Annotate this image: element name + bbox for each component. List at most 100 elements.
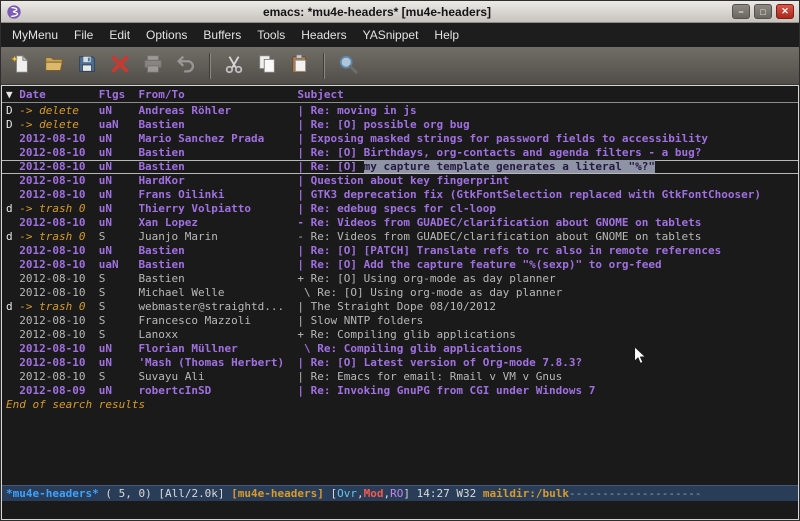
close-button[interactable]: ✕ — [776, 4, 794, 19]
date-cell: -> trash 0 — [19, 202, 98, 216]
message-row[interactable]: 2012-08-10uNBastien| Re: [O] [PATCH] Tra… — [2, 244, 798, 258]
end-of-results-message: End of search results — [2, 398, 798, 412]
save-buffer-button[interactable] — [72, 51, 102, 81]
from-cell: Mario Sanchez Prada — [138, 132, 297, 146]
menu-item-options[interactable]: Options — [138, 24, 195, 46]
subject-cell: | GTK3 deprecation fix (GtkFontSelection… — [297, 188, 798, 202]
copy-button[interactable] — [252, 51, 282, 81]
date-cell: 2012-08-10 — [19, 174, 98, 188]
message-list[interactable]: D-> deleteuNAndreas Röhler| Re: moving i… — [2, 103, 798, 485]
message-row[interactable]: d-> trash 0uNThierry Volpiatto| Re: edeb… — [2, 202, 798, 216]
menu-item-headers[interactable]: Headers — [293, 24, 354, 46]
from-cell: Bastien — [138, 272, 297, 286]
modeline-segment-plain: [All/2.0k] — [158, 487, 231, 500]
date-cell: 2012-08-10 — [19, 314, 98, 328]
subject-cell: | Re: moving in js — [297, 104, 798, 118]
message-rows: D-> deleteuNAndreas Röhler| Re: moving i… — [2, 104, 798, 398]
message-row[interactable]: 2012-08-09uNrobertcInSD| Re: Invoking Gn… — [2, 384, 798, 398]
undo-icon — [175, 53, 197, 78]
menu-item-yasnippet[interactable]: YASnippet — [355, 24, 427, 46]
modeline-segment-plain: ( 5, 0) — [99, 487, 159, 500]
buffer-frame: ▼ Date Flgs From/To Subject D-> deleteuN… — [1, 85, 799, 520]
message-row[interactable]: 2012-08-10uNFlorian Müllner \ Re: Compil… — [2, 342, 798, 356]
mouse-cursor — [633, 345, 647, 366]
column-header-flags[interactable]: Flgs — [99, 88, 139, 101]
print-buffer-icon — [142, 53, 164, 78]
message-row[interactable]: 2012-08-10uNBastien| Re: [O] Birthdays, … — [2, 146, 798, 160]
from-cell: Lanoxx — [138, 328, 297, 342]
flags-cell: S — [99, 328, 139, 342]
message-row[interactable]: D-> deleteuaNBastien| Re: [O] possible o… — [2, 118, 798, 132]
modeline-segment-plain: ] — [403, 487, 416, 500]
message-row[interactable]: 2012-08-10uN'Mash (Thomas Herbert)| Re: … — [2, 356, 798, 370]
menu-item-tools[interactable]: Tools — [249, 24, 293, 46]
message-row[interactable]: d-> trash 0Swebmaster@straightd...| The … — [2, 300, 798, 314]
menu-item-edit[interactable]: Edit — [101, 24, 138, 46]
column-header-subject[interactable]: Subject — [297, 88, 798, 101]
print-buffer-button[interactable] — [138, 51, 168, 81]
date-cell: 2012-08-10 — [19, 188, 98, 202]
message-row[interactable]: 2012-08-10uNHardKor| Question about key … — [2, 174, 798, 188]
menu-item-file[interactable]: File — [66, 24, 101, 46]
date-cell: -> trash 0 — [19, 230, 98, 244]
undo-button[interactable] — [171, 51, 201, 81]
new-file-button[interactable] — [6, 51, 36, 81]
open-file-button[interactable] — [39, 51, 69, 81]
cut-button[interactable] — [219, 51, 249, 81]
minimize-button[interactable]: − — [732, 4, 750, 19]
sort-direction-icon[interactable]: ▼ — [6, 88, 19, 101]
search-icon — [337, 53, 359, 78]
search-button[interactable] — [333, 51, 363, 81]
kill-buffer-icon — [109, 53, 131, 78]
menu-item-mymenu[interactable]: MyMenu — [4, 24, 66, 46]
date-cell: -> delete — [19, 104, 98, 118]
mark-cell: D — [6, 118, 19, 132]
mark-cell — [6, 146, 19, 160]
message-row[interactable]: d-> trash 0SJuanjo Marin- Re: Videos fro… — [2, 230, 798, 244]
message-row[interactable]: D-> deleteuNAndreas Röhler| Re: moving i… — [2, 104, 798, 118]
cut-icon — [223, 53, 245, 78]
from-cell: Xan Lopez — [138, 216, 297, 230]
menu-item-buffers[interactable]: Buffers — [195, 24, 249, 46]
from-cell: 'Mash (Thomas Herbert) — [138, 356, 297, 370]
message-row[interactable]: 2012-08-10uNFrans Oilinki| GTK3 deprecat… — [2, 188, 798, 202]
message-row[interactable]: 2012-08-10SLanoxx+ Re: Compiling glib ap… — [2, 328, 798, 342]
message-row[interactable]: 2012-08-10SFrancesco Mazzoli| Slow NNTP … — [2, 314, 798, 328]
mark-cell — [6, 286, 19, 300]
message-row[interactable]: 2012-08-10uaNBastien| Re: [O] Add the ca… — [2, 258, 798, 272]
copy-icon — [256, 53, 278, 78]
from-cell: Michael Welle — [138, 286, 297, 300]
message-row[interactable]: 2012-08-10uNXan Lopez- Re: Videos from G… — [2, 216, 798, 230]
mode-line[interactable]: *mu4e-headers* ( 5, 0) [All/2.0k] [mu4e-… — [2, 485, 798, 501]
from-cell: robertcInSD — [138, 384, 297, 398]
paste-button[interactable] — [285, 51, 315, 81]
column-header-date[interactable]: Date — [19, 88, 98, 101]
message-row[interactable]: 2012-08-10uNBastien| Re: [O] my capture … — [2, 160, 798, 174]
subject-cell: | Slow NNTP folders — [297, 314, 798, 328]
mark-cell — [6, 188, 19, 202]
message-row[interactable]: 2012-08-10SMichael Welle \ Re: [O] Using… — [2, 286, 798, 300]
modeline-segment-cyan: Ovr — [337, 487, 357, 500]
mark-cell — [6, 370, 19, 384]
kill-buffer-button[interactable] — [105, 51, 135, 81]
menu-item-help[interactable]: Help — [426, 24, 467, 46]
mark-cell: D — [6, 104, 19, 118]
mark-cell — [6, 328, 19, 342]
flags-cell: uN — [99, 188, 139, 202]
subject-cell: | Re: [O] possible org bug — [297, 118, 798, 132]
mark-cell — [6, 160, 19, 174]
message-row[interactable]: 2012-08-10SBastien+ Re: [O] Using org-mo… — [2, 272, 798, 286]
modeline-segment-plain: , — [357, 487, 364, 500]
from-cell: Thierry Volpiatto — [138, 202, 297, 216]
maximize-button[interactable]: □ — [754, 4, 772, 19]
mark-cell — [6, 384, 19, 398]
paste-icon — [289, 53, 311, 78]
column-header-from[interactable]: From/To — [138, 88, 297, 101]
message-row[interactable]: 2012-08-10uNMario Sanchez Prada| Exposin… — [2, 132, 798, 146]
mark-cell — [6, 356, 19, 370]
titlebar[interactable]: emacs: *mu4e-headers* [mu4e-headers] − □… — [1, 1, 799, 23]
date-cell: -> delete — [19, 118, 98, 132]
subject-cell: | Re: Emacs for email: Rmail v VM v Gnus — [297, 370, 798, 384]
from-cell: Bastien — [138, 146, 297, 160]
message-row[interactable]: 2012-08-10SSuvayu Ali| Re: Emacs for ema… — [2, 370, 798, 384]
